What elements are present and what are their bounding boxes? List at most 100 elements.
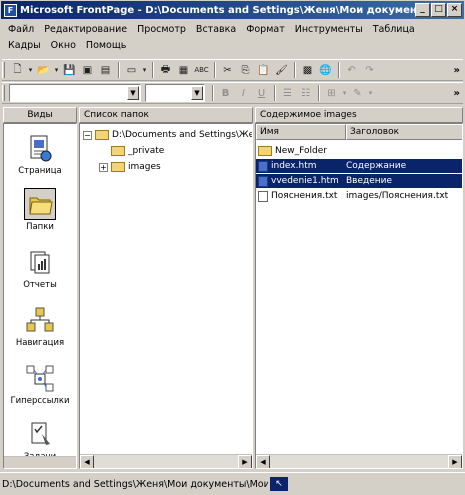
html-file-icon — [258, 160, 268, 172]
page-view-toggle-icon[interactable]: ▭ — [123, 62, 140, 78]
folder-list-hscrollbar[interactable]: ◀ ▶ — [80, 454, 252, 468]
redo-icon[interactable]: ↷ — [361, 62, 378, 78]
view-reports[interactable]: Отчеты — [4, 246, 76, 290]
chevron-down-icon[interactable]: ▼ — [191, 86, 203, 100]
menu-file[interactable]: Файл — [3, 24, 39, 35]
minimize-button[interactable]: _ — [415, 3, 430, 17]
file-row[interactable]: New_Folder — [256, 144, 462, 158]
paste-icon[interactable]: 📋 — [255, 62, 272, 78]
view-label: Папки — [26, 222, 54, 232]
undo-icon[interactable]: ↶ — [343, 62, 360, 78]
view-folders[interactable]: Папки — [4, 188, 76, 232]
views-pane-header: Виды — [3, 107, 77, 123]
toolbar-grip[interactable] — [2, 62, 5, 78]
menu-view[interactable]: Просмотр — [132, 24, 191, 35]
view-page[interactable]: Страница — [4, 132, 76, 176]
tree-item-private[interactable]: _private — [111, 144, 164, 158]
toolbar-overflow-icon[interactable]: » — [454, 65, 460, 76]
contents-pane: Имя Заголовок New_Folder index.htm Содер… — [255, 123, 463, 469]
file-row[interactable]: index.htm Содержание — [256, 159, 462, 173]
open-folder-icon[interactable]: 📂 — [35, 62, 52, 78]
views-scrollbar[interactable] — [4, 456, 76, 468]
cut-icon[interactable]: ✂ — [219, 62, 236, 78]
web-globe-icon[interactable]: 🌐 — [317, 62, 334, 78]
frontpage-app-icon[interactable]: F — [4, 3, 17, 17]
toolbar-grip[interactable] — [2, 85, 5, 101]
preview-icon[interactable]: ▦ — [175, 62, 192, 78]
menu-bar: Файл Редактирование Просмотр Вставка Фор… — [3, 21, 463, 55]
font-select[interactable]: ▼ — [145, 84, 205, 102]
toolbar-separator — [294, 62, 296, 78]
hyperlinks-view-icon — [24, 362, 56, 394]
underline-icon[interactable]: U — [253, 85, 270, 101]
tree-root[interactable]: − D:\Documents and Settings\Женя — [83, 128, 252, 142]
column-header-title[interactable]: Заголовок — [346, 124, 462, 140]
menu-format[interactable]: Формат — [241, 24, 290, 35]
format-painter-icon[interactable]: 🖌 — [273, 62, 290, 78]
menu-window[interactable]: Окно — [46, 40, 81, 51]
view-label: Страница — [18, 166, 62, 176]
insert-component-icon[interactable]: ▩ — [299, 62, 316, 78]
folder-icon — [95, 130, 109, 140]
folder-list-icon[interactable]: ▤ — [97, 62, 114, 78]
save-icon[interactable]: 💾 — [61, 62, 78, 78]
standard-toolbar: 🗋 ▾ 📂 ▾ 💾 ▣ ▤ ▭ ▾ 🖶 ▦ ABC ✂ ⎘ 📋 🖌 ▩ 🌐 ↶ … — [2, 59, 463, 81]
scroll-right-button[interactable]: ▶ — [448, 455, 462, 468]
view-navigation[interactable]: Навигация — [4, 304, 76, 348]
text-file-icon — [258, 190, 268, 202]
dropdown-arrow-icon[interactable]: ▾ — [141, 62, 148, 78]
folders-view-icon — [24, 188, 56, 220]
title-bar[interactable]: F Microsoft FrontPage - D:\Documents and… — [1, 1, 464, 19]
file-title: Введение — [346, 176, 393, 186]
publish-icon[interactable]: ▣ — [79, 62, 96, 78]
dropdown-arrow-icon[interactable]: ▾ — [27, 62, 34, 78]
formatting-toolbar: ▼ ▼ B I U ☰ ☷ ⊞ ▾ ✎ ▾ » — [2, 82, 463, 104]
dropdown-arrow-icon[interactable]: ▾ — [53, 62, 60, 78]
toolbar-separator — [118, 62, 120, 78]
menu-help[interactable]: Помощь — [81, 40, 131, 51]
menu-edit[interactable]: Редактирование — [39, 24, 132, 35]
view-hyperlinks[interactable]: Гиперссылки — [4, 362, 76, 406]
folder-icon — [111, 162, 125, 172]
expand-icon[interactable]: + — [99, 162, 108, 172]
scroll-left-button[interactable]: ◀ — [256, 455, 270, 468]
toolbar-overflow-icon[interactable]: » — [454, 88, 460, 99]
style-select[interactable]: ▼ — [9, 84, 141, 102]
navigation-view-icon — [24, 304, 56, 336]
copy-icon[interactable]: ⎘ — [237, 62, 254, 78]
menu-frames[interactable]: Кадры — [3, 40, 46, 51]
folder-list-header: Список папок — [79, 107, 253, 123]
border-icon[interactable]: ⊞ — [323, 85, 340, 101]
italic-icon[interactable]: I — [235, 85, 252, 101]
menu-tools[interactable]: Инструменты — [290, 24, 368, 35]
scroll-right-button[interactable]: ▶ — [238, 455, 252, 468]
toolbar-separator — [338, 62, 340, 78]
close-button[interactable]: × — [447, 3, 462, 17]
reports-view-icon — [24, 246, 56, 278]
spelling-icon[interactable]: ABC — [193, 62, 210, 78]
print-icon[interactable]: 🖶 — [157, 62, 174, 78]
file-title: images/Пояснения.txt — [346, 191, 449, 201]
tree-item-images[interactable]: + images — [99, 160, 161, 174]
file-row[interactable]: vvedenie1.htm Введение — [256, 174, 462, 188]
menu-insert[interactable]: Вставка — [191, 24, 241, 35]
scroll-left-button[interactable]: ◀ — [80, 455, 94, 468]
folder-list-pane: − D:\Documents and Settings\Женя _privat… — [79, 123, 253, 469]
bold-icon[interactable]: B — [217, 85, 234, 101]
bulleted-list-icon[interactable]: ☷ — [297, 85, 314, 101]
chevron-down-icon[interactable]: ▼ — [127, 86, 139, 100]
highlight-color-icon[interactable]: ✎ — [349, 85, 366, 101]
contents-hscrollbar[interactable]: ◀ ▶ — [256, 454, 462, 468]
maximize-button[interactable]: □ — [431, 3, 446, 17]
file-row[interactable]: Пояснения.txt images/Пояснения.txt — [256, 189, 462, 203]
view-label: Навигация — [15, 338, 65, 348]
column-header-name[interactable]: Имя — [256, 124, 346, 140]
menu-table[interactable]: Таблица — [368, 24, 420, 35]
dropdown-arrow-icon[interactable]: ▾ — [367, 85, 374, 101]
numbered-list-icon[interactable]: ☰ — [279, 85, 296, 101]
dropdown-arrow-icon[interactable]: ▾ — [341, 85, 348, 101]
page-view-icon — [24, 132, 56, 164]
toolbar-separator — [214, 62, 216, 78]
new-page-icon[interactable]: 🗋 — [9, 62, 26, 78]
collapse-icon[interactable]: − — [83, 130, 92, 140]
